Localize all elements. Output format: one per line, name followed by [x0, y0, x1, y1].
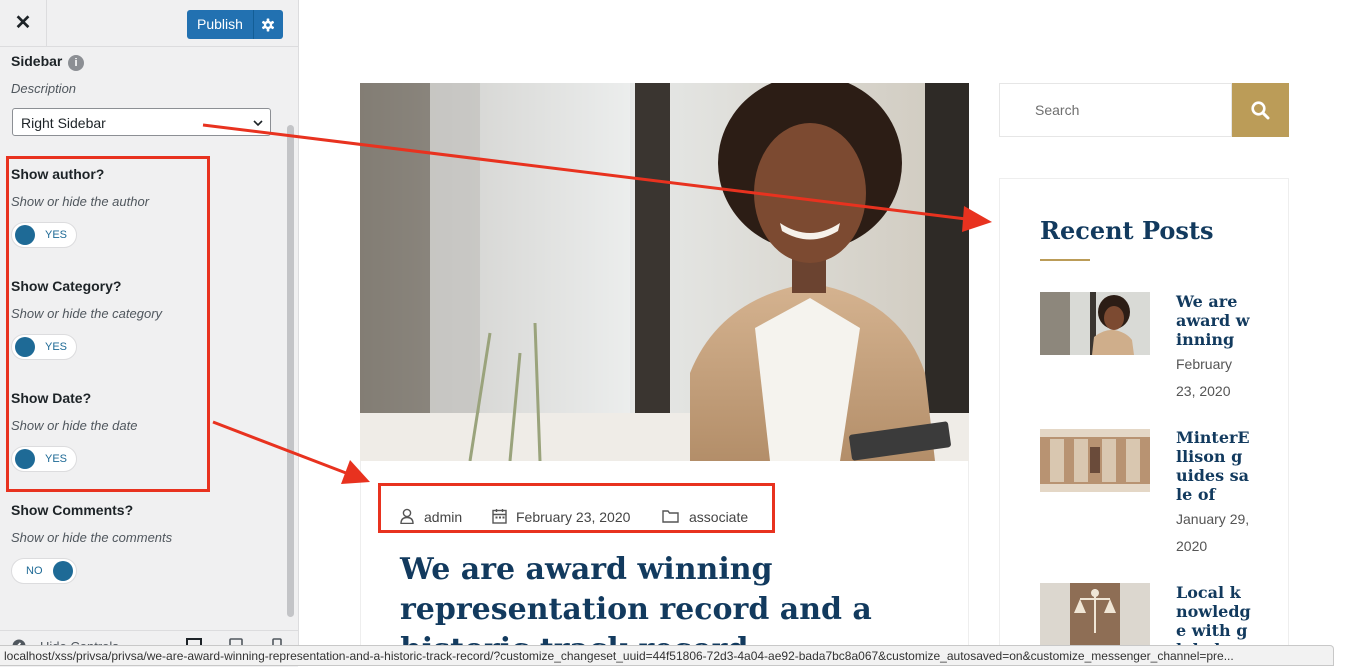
browser-status-bar: localhost/xss/privsa/privsa/we-are-award…: [0, 645, 1334, 666]
status-url: localhost/xss/privsa/privsa/we-are-award…: [4, 649, 1234, 663]
annotation-arrows: [202, 123, 992, 484]
arrow-to-post-meta: [212, 420, 370, 484]
arrow-to-sidebar: [202, 123, 992, 232]
